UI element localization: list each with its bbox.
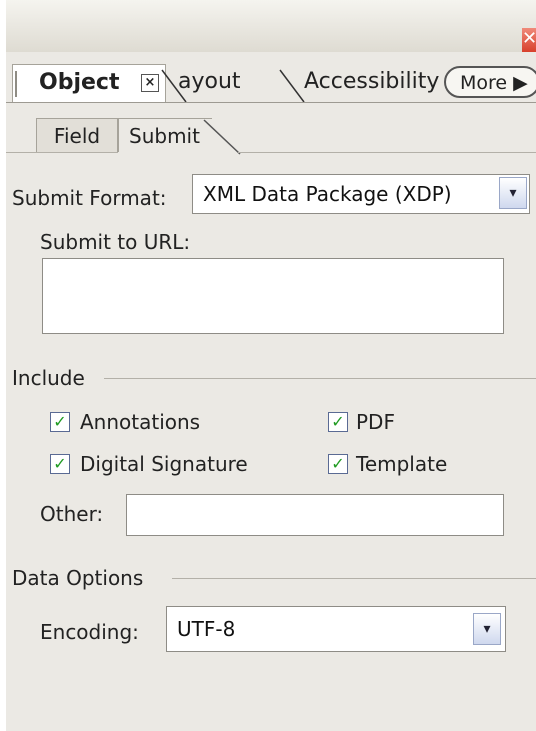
tab-layout-label: ayout xyxy=(178,69,241,94)
annotations-label: Annotations xyxy=(80,410,201,434)
tab-object-label: Object xyxy=(39,70,120,95)
digital-signature-checkbox[interactable]: ✓ xyxy=(50,454,70,474)
tab-field[interactable]: Field xyxy=(36,118,118,153)
tab-strip-divider xyxy=(6,102,536,103)
submit-format-select[interactable]: XML Data Package (XDP) ▾ xyxy=(192,174,530,214)
include-separator xyxy=(104,378,536,379)
panel-tab-strip: Object × ayout Accessibility More ▶ xyxy=(6,52,536,108)
object-panel: ✕ Object × ayout Accessibility More ▶ Fi… xyxy=(6,0,536,731)
template-checkbox[interactable]: ✓ xyxy=(328,454,348,474)
tab-accessibility-label: Accessibility xyxy=(304,69,440,94)
other-label: Other: xyxy=(40,502,104,526)
close-icon[interactable]: ✕ xyxy=(522,28,536,52)
pdf-checkbox[interactable]: ✓ xyxy=(328,412,348,432)
sub-tab-divider xyxy=(6,152,118,153)
tab-object[interactable]: Object × xyxy=(12,64,166,103)
annotations-checkbox[interactable]: ✓ xyxy=(50,412,70,432)
encoding-select[interactable]: UTF-8 ▾ xyxy=(166,606,506,652)
submit-url-field[interactable] xyxy=(42,258,504,334)
more-tabs-button[interactable]: More ▶ xyxy=(444,66,536,98)
submit-url-label: Submit to URL: xyxy=(40,230,191,254)
pdf-label: PDF xyxy=(356,410,395,434)
grip-handle-icon[interactable] xyxy=(15,71,22,97)
template-label: Template xyxy=(356,452,448,476)
panel-titlebar: ✕ xyxy=(6,0,536,52)
encoding-value: UTF-8 xyxy=(177,617,236,641)
chevron-down-icon[interactable]: ▾ xyxy=(499,177,527,209)
other-input[interactable] xyxy=(126,494,504,536)
tab-layout[interactable]: ayout xyxy=(164,64,284,102)
tab-accessibility[interactable]: Accessibility xyxy=(286,64,439,102)
submit-format-label: Submit Format: xyxy=(12,186,167,210)
sub-tab-divider xyxy=(238,152,536,153)
data-options-separator xyxy=(172,578,536,579)
include-section-label: Include xyxy=(12,366,85,390)
data-options-section-label: Data Options xyxy=(12,566,144,590)
chevron-down-icon[interactable]: ▾ xyxy=(473,613,501,645)
digital-signature-label: Digital Signature xyxy=(80,452,248,476)
encoding-label: Encoding: xyxy=(40,620,139,644)
sub-tab-strip: Field Submit xyxy=(6,108,536,158)
submit-format-value: XML Data Package (XDP) xyxy=(203,182,452,206)
tab-submit[interactable]: Submit xyxy=(118,118,212,152)
